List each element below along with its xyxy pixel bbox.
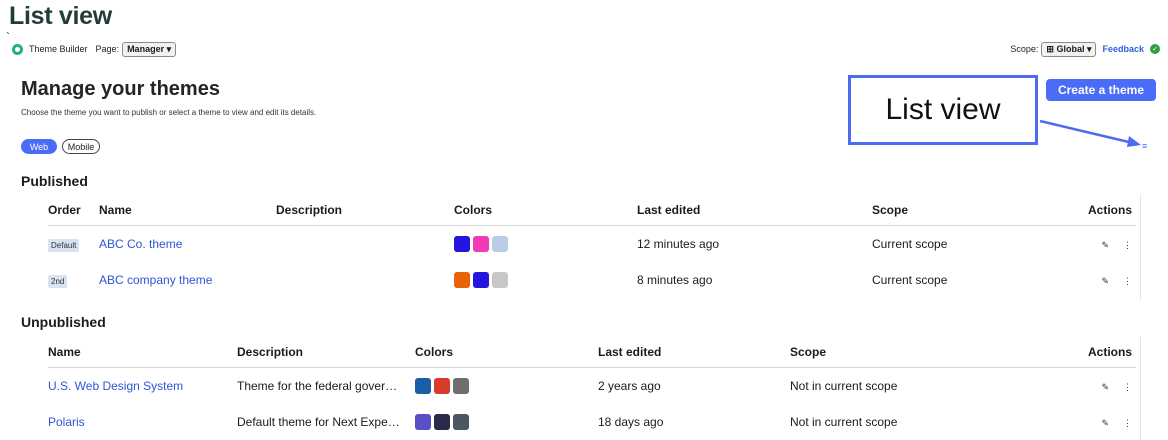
unpublished-section-title: Unpublished <box>21 314 106 330</box>
published-section-title: Published <box>21 173 88 189</box>
theme-description: Default theme for Next Expe… <box>237 415 400 429</box>
color-swatches <box>454 226 637 263</box>
theme-name-link[interactable]: ABC Co. theme <box>99 237 182 251</box>
col-scope: Scope <box>790 337 1070 368</box>
status-check-icon: ✓ <box>1150 44 1160 54</box>
col-order: Order <box>48 195 99 226</box>
color-swatch <box>434 378 450 394</box>
color-swatches <box>415 368 598 405</box>
theme-builder-logo-icon <box>12 43 23 55</box>
list-view-icon[interactable]: ≡ <box>1142 141 1147 151</box>
color-swatch <box>434 414 450 430</box>
col-actions: Actions <box>1070 337 1136 368</box>
stray-mark: ` <box>6 30 10 44</box>
page-label: Page: <box>95 44 120 54</box>
last-edited: 12 minutes ago <box>637 237 720 251</box>
col-colors: Colors <box>454 195 637 226</box>
table-row[interactable]: U.S. Web Design System Theme for the fed… <box>48 368 1136 405</box>
page-title: Manage your themes <box>21 78 220 100</box>
col-actions: Actions <box>1042 195 1136 226</box>
scope-dropdown[interactable]: ⊞ Global ▾ <box>1041 41 1097 57</box>
col-last-edited: Last edited <box>637 195 872 226</box>
last-edited: 2 years ago <box>598 379 661 393</box>
edit-icon[interactable]: ✎ <box>1101 382 1109 393</box>
color-swatch <box>453 378 469 394</box>
color-swatch <box>473 236 489 252</box>
col-name: Name <box>48 337 237 368</box>
more-icon[interactable]: ⋮ <box>1123 240 1132 251</box>
page-dropdown[interactable]: Manager ▾ <box>122 41 177 57</box>
feedback-link[interactable]: Feedback <box>1102 44 1144 54</box>
order-badge: Default <box>48 238 80 252</box>
scope: Not in current scope <box>790 415 898 429</box>
last-edited: 18 days ago <box>598 415 664 429</box>
list-view-callout: List view <box>848 75 1038 145</box>
tab-mobile[interactable]: Mobile <box>62 139 100 154</box>
callout-arrow <box>1039 119 1141 147</box>
theme-name-link[interactable]: ABC company theme <box>99 273 212 287</box>
color-swatches <box>454 262 637 298</box>
color-swatch <box>473 272 489 288</box>
app-name: Theme Builder <box>29 44 88 54</box>
table-row[interactable]: 2nd ABC company theme 8 minutes ago Curr… <box>48 262 1136 298</box>
color-swatches <box>415 404 598 440</box>
col-description: Description <box>276 195 454 226</box>
edit-icon[interactable]: ✎ <box>1101 418 1109 429</box>
table-header-row: Name Description Colors Last edited Scop… <box>48 337 1136 368</box>
tab-web[interactable]: Web <box>21 139 57 154</box>
edit-icon[interactable]: ✎ <box>1101 276 1109 287</box>
document-title: List view <box>9 2 112 30</box>
col-last-edited: Last edited <box>598 337 790 368</box>
theme-description <box>276 226 454 263</box>
theme-description <box>276 262 454 298</box>
theme-name-link[interactable]: U.S. Web Design System <box>48 379 183 393</box>
more-icon[interactable]: ⋮ <box>1123 418 1132 429</box>
scope: Current scope <box>872 273 948 287</box>
table-row[interactable]: Default ABC Co. theme 12 minutes ago Cur… <box>48 226 1136 263</box>
scope: Current scope <box>872 237 948 251</box>
color-swatch <box>454 236 470 252</box>
color-swatch <box>492 272 508 288</box>
theme-name-link[interactable]: Polaris <box>48 415 85 429</box>
theme-description: Theme for the federal gover… <box>237 379 398 393</box>
last-edited: 8 minutes ago <box>637 273 713 287</box>
published-table: Order Name Description Colors Last edite… <box>48 195 1136 298</box>
color-swatch <box>453 414 469 430</box>
page-subtitle: Choose the theme you want to publish or … <box>21 108 317 117</box>
more-icon[interactable]: ⋮ <box>1123 276 1132 287</box>
col-colors: Colors <box>415 337 598 368</box>
col-description: Description <box>237 337 415 368</box>
table-header-row: Order Name Description Colors Last edite… <box>48 195 1136 226</box>
color-swatch <box>492 236 508 252</box>
more-icon[interactable]: ⋮ <box>1123 382 1132 393</box>
color-swatch <box>415 378 431 394</box>
col-name: Name <box>99 195 276 226</box>
scope: Not in current scope <box>790 379 898 393</box>
col-scope: Scope <box>872 195 1042 226</box>
table-row[interactable]: Polaris Default theme for Next Expe… 18 … <box>48 404 1136 440</box>
color-swatch <box>415 414 431 430</box>
edit-icon[interactable]: ✎ <box>1101 240 1109 251</box>
top-toolbar: Theme Builder Page: Manager ▾ Scope: ⊞ G… <box>12 40 1160 58</box>
order-badge: 2nd <box>48 274 68 288</box>
create-theme-button[interactable]: Create a theme <box>1046 79 1156 101</box>
unpublished-table: Name Description Colors Last edited Scop… <box>48 337 1136 440</box>
scope-label: Scope: <box>1010 44 1039 54</box>
color-swatch <box>454 272 470 288</box>
